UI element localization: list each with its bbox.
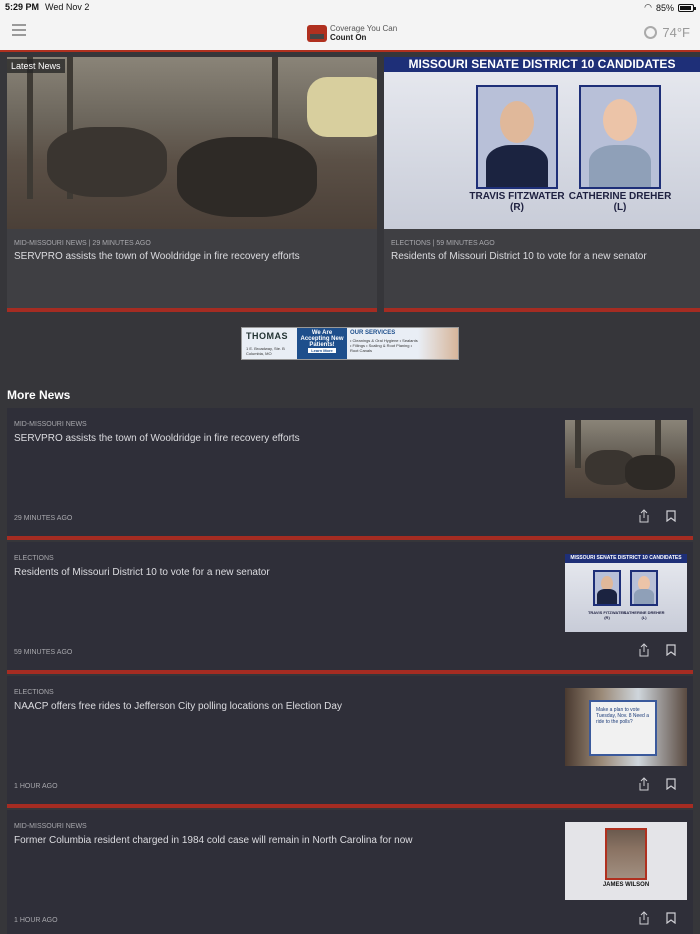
latest-news-badge: Latest News [7,59,65,73]
latest-card-meta: MID-MISSOURI NEWS | 29 MINUTES AGO [14,240,151,247]
row-category: ELECTIONS [14,555,54,562]
ad-accepting: We Are Accepting New Patients! Learn Mor… [297,328,347,359]
candidate-portrait-2 [630,570,658,606]
candidate-portrait-2 [579,85,661,189]
status-bar: 5:29 PM Wed Nov 2 ◠ 85% [0,0,700,14]
status-date: Wed Nov 2 [45,2,90,12]
row-category: MID-MISSOURI NEWS [14,421,87,428]
bookmark-icon[interactable] [666,912,676,924]
share-icon[interactable] [638,509,650,523]
candidate-portrait-1 [593,570,621,606]
row-divider [7,804,693,808]
candidate-portrait-1 [476,85,558,189]
logo-line-1: Coverage You Can [330,24,398,33]
row-thumbnail[interactable]: MISSOURI SENATE DISTRICT 10 CANDIDATES T… [565,554,687,632]
latest-card-fire[interactable]: MID-MISSOURI NEWS | 29 MINUTES AGO SERVP… [7,57,377,312]
app-header: Coverage You Can Count On 74°F [0,14,700,52]
sun-icon [644,26,658,39]
ad-brand: THOMAS [246,331,288,341]
candidate-name-2: CATHERINE DREHER (L) [568,191,672,213]
row-age: 59 MINUTES AGO [14,649,73,656]
hamburger-menu-icon[interactable] [12,24,26,36]
ad-address: 1 E. Broadway, Ste. B Columbia, MO [246,346,285,356]
row-thumbnail[interactable] [565,420,687,498]
news-row[interactable]: ELECTIONS NAACP offers free rides to Jef… [7,676,693,808]
logo-mark-icon [307,24,327,42]
bookmark-icon[interactable] [666,778,676,790]
station-logo[interactable]: Coverage You Can Count On [307,24,397,42]
logo-line-2: Count On [330,33,367,42]
graphic-banner: MISSOURI SENATE DISTRICT 10 CANDIDATES [565,554,687,563]
row-headline[interactable]: Residents of Missouri District 10 to vot… [14,567,534,578]
ad-banner[interactable]: THOMAS 1 E. Broadway, Ste. B Columbia, M… [241,327,459,360]
ad-services-title: OUR SERVICES [350,330,396,336]
row-age: 1 HOUR AGO [14,783,58,790]
share-icon[interactable] [638,643,650,657]
bookmark-icon[interactable] [666,644,676,656]
temperature: 74°F [662,25,690,40]
row-thumbnail[interactable]: JAMES WILSON [565,822,687,900]
ad-services-list: • Cleanings & Oral Hygiene • Sealants • … [350,338,418,353]
row-headline[interactable]: NAACP offers free rides to Jefferson Cit… [14,701,534,712]
ad-photo [418,328,458,359]
share-icon[interactable] [638,911,650,925]
card-divider [7,308,377,312]
candidate-name-2: CATHERINE DREHER (L) [623,610,665,620]
sign-paper: Make a plan to vote Tuesday, Nov. 8 Need… [589,700,657,756]
row-headline[interactable]: SERVPRO assists the town of Wooldridge i… [14,433,534,444]
card-divider [384,308,700,312]
wifi-icon: ◠ [644,2,652,12]
latest-card-image-election: MISSOURI SENATE DISTRICT 10 CANDIDATES T… [384,57,700,229]
mugshot-name: JAMES WILSON [602,882,650,888]
row-headline[interactable]: Former Columbia resident charged in 1984… [14,835,534,846]
mugshot-photo [605,828,647,880]
section-title-more-news: More News [7,388,71,402]
latest-card-election[interactable]: MISSOURI SENATE DISTRICT 10 CANDIDATES T… [384,57,700,312]
battery-icon [678,3,696,12]
candidate-name-1: TRAVIS FITZWATER (R) [469,191,565,213]
row-thumbnail[interactable]: Make a plan to vote Tuesday, Nov. 8 Need… [565,688,687,766]
logo-tagline: Coverage You Can Count On [330,24,397,42]
latest-card-image-fire [7,57,377,229]
graphic-banner: MISSOURI SENATE DISTRICT 10 CANDIDATES [384,57,700,72]
news-row[interactable]: MID-MISSOURI NEWS Former Columbia reside… [7,810,693,934]
row-divider [7,536,693,540]
status-right: ◠ 85% [644,2,696,13]
news-row[interactable]: ELECTIONS Residents of Missouri District… [7,542,693,674]
latest-card-title[interactable]: Residents of Missouri District 10 to vot… [391,251,691,262]
row-age: 29 MINUTES AGO [14,515,73,522]
status-time: 5:29 PM [5,2,40,12]
weather-widget[interactable]: 74°F [644,25,690,40]
ad-cta: Learn More [308,348,336,353]
ad-accepting-text: We Are Accepting New Patients! [300,330,344,348]
row-category: ELECTIONS [14,689,54,696]
battery-percent: 85% [655,2,674,13]
bookmark-icon[interactable] [666,510,676,522]
latest-card-meta: ELECTIONS | 59 MINUTES AGO [391,240,495,247]
row-category: MID-MISSOURI NEWS [14,823,87,830]
share-icon[interactable] [638,777,650,791]
row-age: 1 HOUR AGO [14,917,58,924]
row-divider [7,670,693,674]
news-row[interactable]: MID-MISSOURI NEWS SERVPRO assists the to… [7,408,693,540]
latest-card-title[interactable]: SERVPRO assists the town of Wooldridge i… [14,251,374,262]
